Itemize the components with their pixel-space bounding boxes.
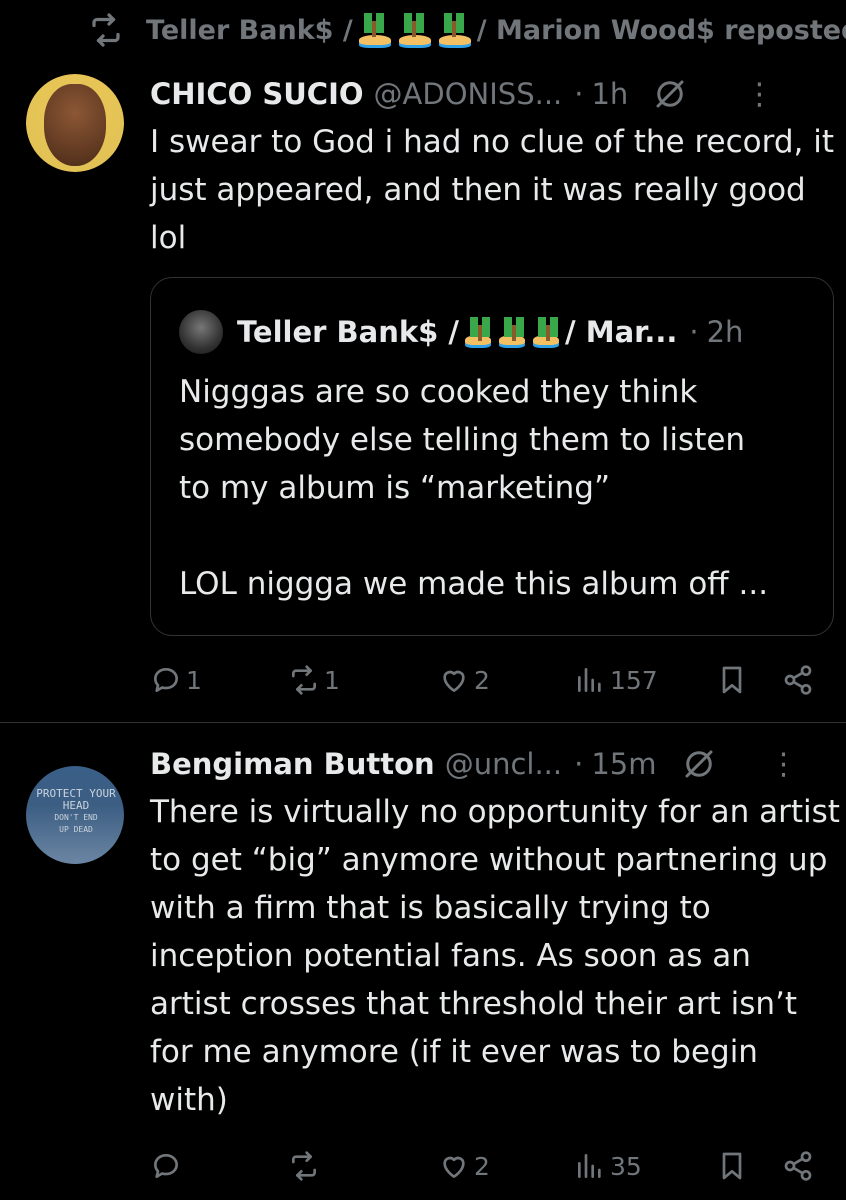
repost-icon bbox=[92, 13, 120, 47]
bookmark-button[interactable] bbox=[716, 1150, 748, 1182]
separator-dot: · bbox=[574, 747, 584, 781]
tweet-text: There is virtually no opportunity for an… bbox=[150, 794, 840, 1118]
reply-button[interactable]: 1 bbox=[150, 664, 202, 696]
avatar[interactable]: PROTECT YOUR HEAD DON'T END UP DEAD bbox=[26, 766, 124, 864]
repost-icon bbox=[292, 1151, 316, 1181]
tweet-text: I swear to God i had no clue of the reco… bbox=[150, 124, 834, 256]
quote-display-name-before: Teller Bank$ / bbox=[237, 315, 460, 349]
palm-island-icon bbox=[531, 317, 561, 347]
quote-text: Nigggas are so cooked they think somebod… bbox=[179, 368, 819, 608]
quote-line: to my album is “marketing” bbox=[179, 470, 611, 506]
views-chart-icon bbox=[578, 668, 601, 692]
heart-icon bbox=[443, 1156, 465, 1178]
repost-count: 1 bbox=[324, 665, 340, 695]
separator-dot: · bbox=[689, 315, 699, 349]
more-options-icon[interactable]: ⋮ bbox=[769, 747, 799, 782]
quote-line: somebody else telling them to listen bbox=[179, 422, 746, 458]
avatar[interactable] bbox=[26, 74, 124, 172]
views-button[interactable]: 35 bbox=[574, 1150, 642, 1182]
quote-line: LOL niggga we made this album off ... bbox=[179, 566, 769, 602]
share-icon bbox=[784, 1151, 812, 1181]
bookmark-button[interactable] bbox=[716, 664, 748, 696]
palm-island-emojis bbox=[357, 13, 473, 47]
quote-display-name-after: / Mar... bbox=[565, 315, 678, 349]
share-button[interactable] bbox=[782, 1150, 814, 1182]
reply-icon bbox=[154, 1154, 178, 1178]
heart-icon bbox=[443, 670, 465, 692]
tweet-header: CHICO SUCIO @ADONISS... · 1h ⋮ bbox=[150, 72, 774, 116]
handle[interactable]: @ADONISS... bbox=[374, 77, 563, 111]
repost-header[interactable]: Teller Bank$ / / Marion Wood$ reposted bbox=[88, 8, 846, 52]
avatar-sign-text: PROTECT YOUR HEAD DON'T END UP DEAD bbox=[32, 788, 120, 842]
like-count: 2 bbox=[474, 665, 490, 695]
avatar-face bbox=[44, 84, 106, 166]
bookmark-icon bbox=[722, 1152, 742, 1180]
views-count: 35 bbox=[610, 1151, 642, 1181]
palm-island-icon bbox=[463, 317, 493, 347]
quote-header: Teller Bank$ / / Mar... · 2h bbox=[179, 310, 743, 354]
quote-avatar bbox=[179, 310, 223, 354]
reply-icon bbox=[154, 668, 178, 692]
timestamp[interactable]: 15m bbox=[591, 747, 656, 781]
repost-button[interactable]: 1 bbox=[288, 664, 340, 696]
share-button[interactable] bbox=[782, 664, 814, 696]
like-button[interactable]: 2 bbox=[438, 664, 490, 696]
more-options-icon[interactable]: ⋮ bbox=[744, 77, 774, 112]
grok-icon[interactable] bbox=[681, 746, 717, 782]
share-icon bbox=[784, 665, 812, 695]
palm-island-icon bbox=[437, 13, 473, 47]
avatar-sign-line: DON'T END bbox=[54, 813, 98, 822]
palm-island-icon bbox=[397, 13, 433, 47]
palm-island-emojis bbox=[463, 317, 561, 347]
avatar-sign-line: HEAD bbox=[62, 799, 90, 812]
repost-button[interactable] bbox=[288, 1150, 324, 1182]
display-name[interactable]: CHICO SUCIO bbox=[150, 77, 364, 111]
palm-island-icon bbox=[357, 13, 393, 47]
bookmark-icon bbox=[722, 666, 742, 694]
palm-island-icon bbox=[497, 317, 527, 347]
like-button[interactable]: 2 bbox=[438, 1150, 490, 1182]
repost-text-after: / Marion Wood$ reposted bbox=[476, 14, 846, 46]
separator-dot: · bbox=[574, 77, 584, 111]
tweet-header: Bengiman Button @uncl... · 15m ⋮ bbox=[150, 742, 799, 786]
repost-icon bbox=[292, 665, 316, 695]
timestamp[interactable]: 1h bbox=[591, 77, 628, 111]
avatar-sign-line: UP DEAD bbox=[59, 825, 93, 834]
views-count: 157 bbox=[610, 665, 658, 695]
repost-text-before: Teller Bank$ / bbox=[146, 14, 353, 46]
reply-button[interactable] bbox=[150, 1150, 186, 1182]
quote-timestamp: 2h bbox=[706, 315, 744, 349]
like-count: 2 bbox=[474, 1151, 490, 1181]
display-name[interactable]: Bengiman Button bbox=[150, 747, 435, 781]
quote-line bbox=[179, 512, 819, 560]
grok-icon[interactable] bbox=[652, 76, 688, 112]
quote-tweet-card[interactable]: Teller Bank$ / / Mar... · 2h Nigggas are… bbox=[150, 277, 834, 636]
handle[interactable]: @uncl... bbox=[445, 747, 562, 781]
tweet-divider bbox=[0, 722, 846, 723]
views-button[interactable]: 157 bbox=[574, 664, 658, 696]
views-chart-icon bbox=[578, 1154, 601, 1178]
reply-count: 1 bbox=[186, 665, 202, 695]
quote-line: Nigggas are so cooked they think bbox=[179, 374, 698, 410]
